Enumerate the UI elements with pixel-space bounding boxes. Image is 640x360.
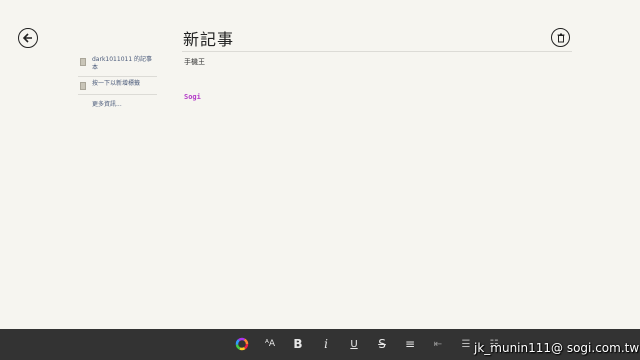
note-sidebar: dark1011011 的記事本 按一下以新增標籤 更多資訊... bbox=[78, 53, 157, 108]
notebook-icon bbox=[80, 58, 86, 66]
trash-icon bbox=[557, 33, 564, 42]
bold-icon[interactable]: B bbox=[290, 336, 306, 352]
sidebar-item-tags[interactable]: 按一下以新增標籤 bbox=[78, 77, 157, 95]
font-size-icon[interactable]: ᴬA bbox=[262, 336, 278, 352]
notebook-name[interactable]: 手機王 bbox=[184, 57, 205, 67]
note-title[interactable]: 新記事 bbox=[183, 26, 234, 50]
sidebar-item-label: dark1011011 的記事本 bbox=[92, 56, 153, 71]
strikethrough-icon[interactable]: S bbox=[374, 336, 390, 352]
title-divider bbox=[182, 51, 572, 52]
color-wheel-icon[interactable] bbox=[234, 336, 250, 352]
sidebar-item-label: 按一下以新增標籤 bbox=[92, 80, 141, 87]
bullet-list-icon[interactable]: ☰ bbox=[458, 336, 474, 352]
italic-icon[interactable]: i bbox=[318, 336, 334, 352]
align-center-icon[interactable]: ≡ bbox=[402, 336, 418, 352]
back-button[interactable] bbox=[18, 28, 38, 48]
watermark-text: jk_munin111@ sogi.com.tw bbox=[474, 341, 640, 355]
underline-icon[interactable]: U bbox=[346, 336, 362, 352]
delete-button[interactable] bbox=[551, 28, 570, 47]
note-body[interactable]: Sogi bbox=[184, 93, 201, 101]
sidebar-item-notebook[interactable]: dark1011011 的記事本 bbox=[78, 53, 157, 77]
tag-icon bbox=[80, 82, 86, 90]
more-info-link[interactable]: 更多資訊... bbox=[78, 95, 157, 108]
indent-icon[interactable]: ⇤ bbox=[430, 336, 446, 352]
arrow-left-icon bbox=[22, 33, 32, 43]
